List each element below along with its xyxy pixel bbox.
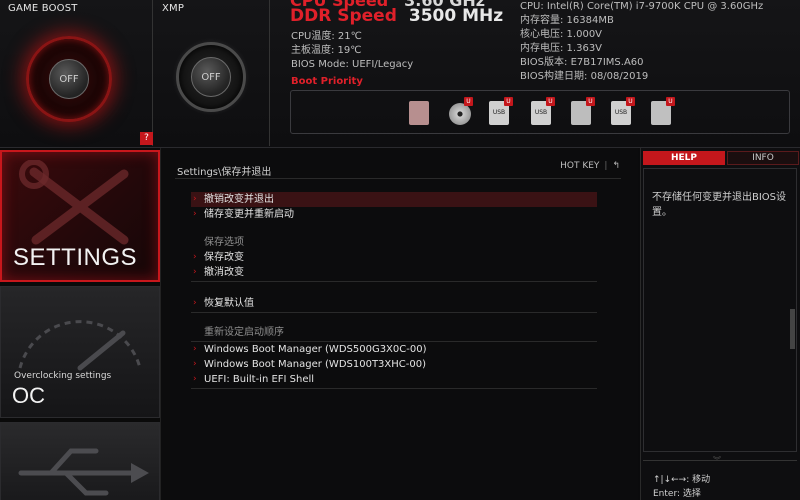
ddr-speed-label: DDR Speed [290, 6, 397, 26]
bios-version: BIOS版本: E7B17IMS.A60 [520, 57, 644, 68]
chevron-right-icon: › [193, 298, 197, 308]
hard-drive-icon[interactable] [407, 97, 431, 127]
speedometer-icon [18, 320, 142, 371]
sidebar-item-oc[interactable]: Overclocking settings OC [0, 286, 160, 418]
help-scrollbar[interactable] [790, 309, 795, 349]
menu-item-boot-override-1[interactable]: › Windows Boot Manager (WDS500G3X0C-00) [191, 342, 597, 357]
sensor-info-list: CPU温度: 21℃ 主板温度: 19℃ BIOS Mode: UEFI/Leg… [291, 30, 413, 72]
help-tabs: HELP INFO [643, 151, 799, 165]
key-legend: ↑|↓←→: 移动 Enter: 选择 [653, 473, 710, 500]
boot-priority-strip: U USB U USB U U USB U U [290, 90, 790, 134]
divider [191, 388, 597, 389]
key-legend-move: ↑|↓←→: 移动 [653, 475, 711, 485]
menu-item-discard-exit[interactable]: › 撤销改变并退出 [191, 192, 597, 207]
key-legend-enter: Enter: 选择 [653, 489, 701, 499]
hotkey-area: HOT KEY | ↰ [560, 161, 620, 171]
chevron-right-icon: › [193, 209, 197, 219]
settings-title: SETTINGS [13, 244, 138, 271]
chevron-right-icon: › [193, 344, 197, 354]
top-header: GAME BOOST OFF ? XMP OFF CPU Speed 3.60 G… [0, 0, 800, 148]
menu-item-boot-override-2[interactable]: › Windows Boot Manager (WDS100T3XHC-00) [191, 357, 597, 372]
save-options-group: 保存选项 › 保存改变 › 撤消改变 [191, 235, 597, 282]
help-text: 不存储任何变更并退出BIOS设置。 [652, 192, 787, 218]
menu-item-label: Windows Boot Manager (WDS100T3XHC-00) [204, 359, 427, 370]
menu-item-label: 撤消改变 [204, 267, 244, 278]
menu-item-boot-override-3[interactable]: › UEFI: Built-in EFI Shell [191, 372, 597, 387]
chevron-right-icon: › [193, 267, 197, 277]
wrench-screwdriver-icon [19, 160, 129, 245]
divider [643, 460, 797, 461]
divider [175, 178, 621, 179]
cpu-temperature: CPU温度: 21℃ [291, 31, 362, 42]
help-question-button[interactable]: ? [140, 132, 153, 145]
help-panel: HELP INFO 不存储任何变更并退出BIOS设置。 ︾ ↑|↓←→: 移动 … [640, 148, 800, 500]
memory-voltage: 内存电压: 1.363V [520, 43, 603, 54]
restore-group: › 恢复默认值 [191, 296, 597, 313]
settings-main-panel: Settings\保存并退出 HOT KEY | ↰ › 撤销改变并退出 › 储存变… [160, 148, 638, 500]
chevron-right-icon: › [193, 359, 197, 369]
network-card-icon[interactable]: U [649, 97, 675, 127]
usb-drive-icon[interactable]: USB U [487, 97, 513, 127]
core-voltage: 核心电压: 1.000V [520, 29, 603, 40]
sidebar-item-m-flash[interactable] [0, 422, 160, 500]
game-boost-state: OFF [49, 59, 89, 99]
menu-item-restore-defaults[interactable]: › 恢复默认值 [191, 296, 597, 311]
sidebar-item-settings[interactable]: SETTINGS [0, 150, 160, 282]
breadcrumb: Settings\保存并退出 [177, 167, 272, 178]
ddr-speed: DDR Speed 3500 MHz [290, 6, 503, 26]
menu-item-save-changes[interactable]: › 保存改变 [191, 250, 597, 265]
hardware-info-list: CPU: Intel(R) Core(TM) i7-9700K CPU @ 3.… [520, 0, 763, 84]
optical-disc-icon[interactable]: U [447, 97, 473, 127]
usb-disc-icon[interactable]: USB U [529, 97, 555, 127]
chevron-right-icon: › [193, 374, 197, 384]
boot-override-group: 重新设定启动顺序 › Windows Boot Manager (WDS500G… [191, 325, 597, 389]
usb-device-icon[interactable]: U [569, 97, 595, 127]
usb-symbol-icon [18, 448, 149, 496]
hotkey-separator: | [604, 161, 608, 171]
menu-item-label: 储存变更并重新启动 [204, 209, 294, 220]
system-info-area: CPU Speed 3.60 GHz DDR Speed 3500 MHz CPU温… [272, 0, 792, 146]
xmp-state: OFF [191, 57, 231, 97]
group-label-save-options: 保存选项 [204, 237, 244, 248]
group-label-boot-override: 重新设定启动顺序 [204, 327, 284, 338]
memory-size: 内存容量: 16384MB [520, 15, 614, 26]
oc-title: OC [12, 383, 45, 408]
menu-item-label: 撤销改变并退出 [204, 194, 274, 205]
back-icon[interactable]: ↰ [612, 161, 620, 171]
xmp-knob[interactable]: OFF [176, 42, 246, 112]
ddr-speed-value: 3500 MHz [408, 6, 504, 26]
bios-mode: BIOS Mode: UEFI/Legacy [291, 59, 414, 70]
left-sidebar: SETTINGS Overclocking settings OC [0, 148, 160, 500]
menu-item-discard-changes[interactable]: › 撤消改变 [191, 265, 597, 280]
save-exit-menu: › 撤销改变并退出 › 储存变更并重新启动 [191, 192, 597, 222]
menu-item-label: 保存改变 [204, 252, 244, 263]
divider [191, 312, 597, 313]
tab-help[interactable]: HELP [643, 151, 725, 165]
game-boost-title: GAME BOOST [8, 3, 78, 14]
menu-item-label: UEFI: Built-in EFI Shell [204, 374, 315, 385]
boot-priority-label: Boot Priority [291, 76, 363, 87]
usb-stick-icon[interactable]: USB U [609, 97, 635, 127]
tab-info[interactable]: INFO [727, 151, 799, 165]
cpu-model: CPU: Intel(R) Core(TM) i7-9700K CPU @ 3.… [520, 1, 764, 12]
menu-item-label: 恢复默认值 [204, 298, 254, 309]
oc-subtitle: Overclocking settings [14, 371, 112, 381]
menu-item-save-reboot[interactable]: › 储存变更并重新启动 [191, 207, 597, 222]
xmp-title: XMP [162, 3, 185, 14]
menu-item-label: Windows Boot Manager (WDS500G3X0C-00) [204, 344, 427, 355]
game-boost-knob[interactable]: OFF [26, 36, 112, 122]
hotkey-label[interactable]: HOT KEY [560, 161, 599, 171]
chevron-right-icon: › [193, 252, 197, 262]
chevron-right-icon: › [193, 194, 197, 204]
divider [191, 281, 597, 282]
board-temperature: 主板温度: 19℃ [291, 45, 362, 56]
bios-build-date: BIOS构建日期: 08/08/2019 [520, 71, 649, 82]
